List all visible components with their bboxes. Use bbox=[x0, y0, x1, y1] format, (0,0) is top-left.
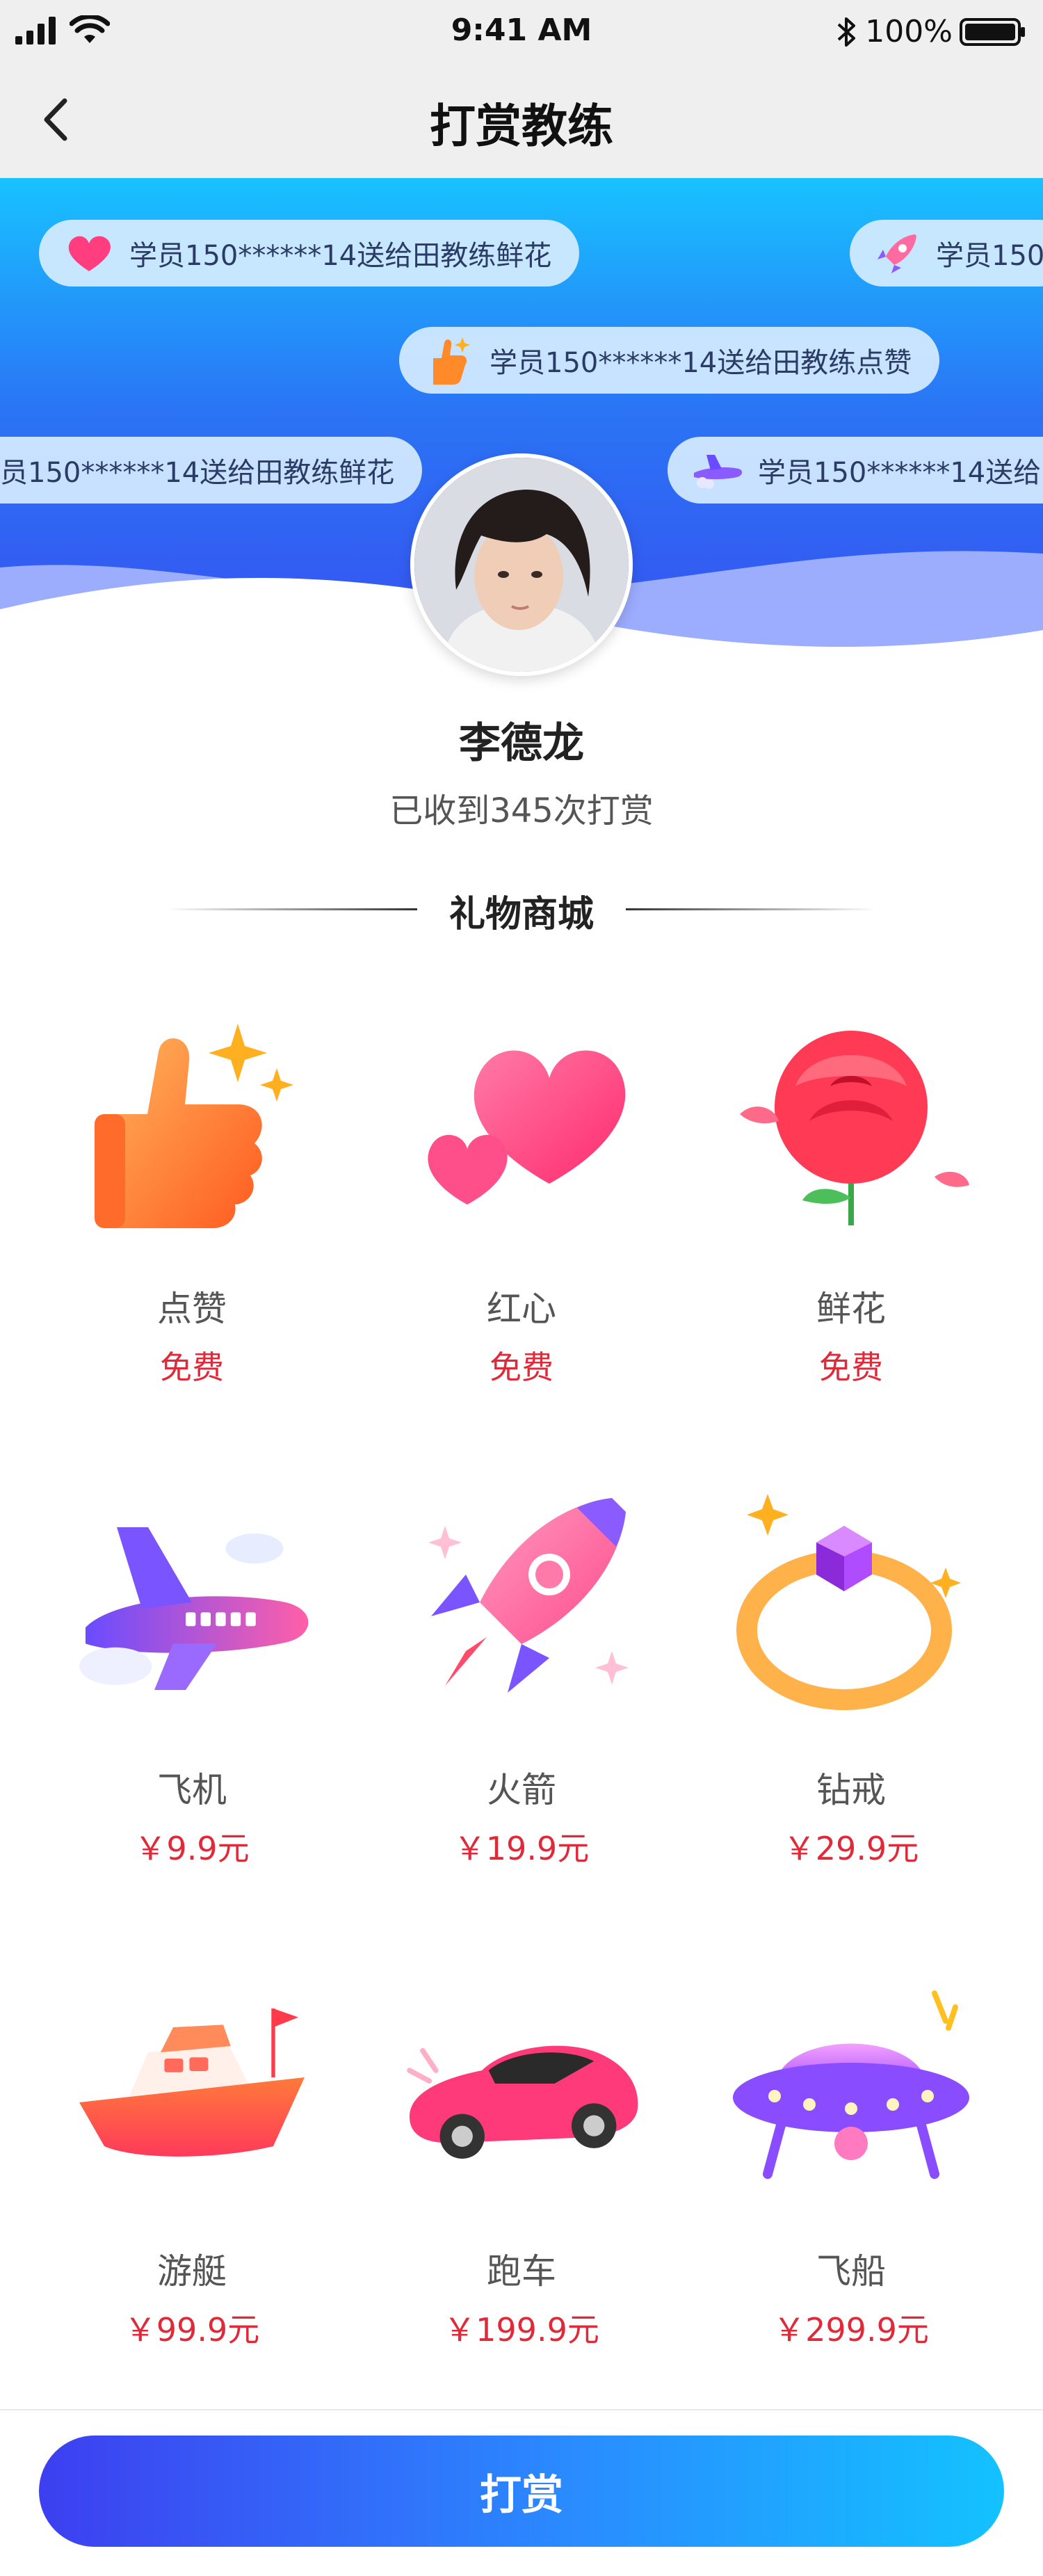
gift-item-thumbs-up[interactable]: 点赞 免费 bbox=[26, 1003, 357, 1483]
danmu-item: 员150******14送给田教练鲜花 bbox=[0, 437, 423, 504]
gift-name: 跑车 bbox=[487, 2251, 556, 2292]
gift-price: ￥9.9元 bbox=[134, 1830, 250, 1867]
airplane-icon bbox=[67, 1484, 317, 1721]
gift-name: 钻戒 bbox=[816, 1770, 886, 1810]
heart-icon bbox=[396, 1003, 647, 1239]
danmu-item: 学员150******14送给田 bbox=[668, 437, 1043, 504]
gift-price: ￥29.9元 bbox=[783, 1830, 919, 1867]
bottom-divider bbox=[0, 2409, 1043, 2410]
gift-item-sports-car[interactable]: 跑车 ￥199.9元 bbox=[356, 1965, 687, 2445]
coach-avatar bbox=[410, 453, 633, 676]
status-bar: 9:41 AM 100% bbox=[0, 0, 1043, 61]
tip-count: 已收到345次打赏 bbox=[389, 791, 654, 830]
gift-name: 飞船 bbox=[816, 2251, 886, 2292]
rocket-icon bbox=[396, 1484, 647, 1721]
gift-price: 免费 bbox=[490, 1349, 553, 1386]
yacht-icon bbox=[67, 1965, 317, 2202]
danmu-item: 学员150******14送给田教练点赞 bbox=[399, 327, 940, 394]
diamond-ring-icon bbox=[726, 1484, 976, 1721]
avatar-portrait bbox=[414, 458, 629, 672]
gift-item-rose[interactable]: 鲜花 免费 bbox=[686, 1003, 1017, 1483]
sports-car-icon bbox=[396, 1965, 647, 2202]
divider-right bbox=[626, 908, 876, 910]
bluetooth-icon bbox=[837, 17, 856, 47]
gift-item-yacht[interactable]: 游艇 ￥99.9元 bbox=[26, 1965, 357, 2445]
tip-button[interactable]: 打赏 bbox=[39, 2436, 1004, 2547]
gift-price: ￥19.9元 bbox=[453, 1830, 590, 1867]
gift-item-airplane[interactable]: 飞机 ￥9.9元 bbox=[26, 1484, 357, 1964]
danmu-item: 学员150******14送给田教练鲜花 bbox=[39, 220, 580, 287]
rocket-icon bbox=[873, 227, 922, 280]
gift-item-heart[interactable]: 红心 免费 bbox=[356, 1003, 687, 1483]
gift-name: 红心 bbox=[487, 1289, 556, 1329]
gift-item-ufo[interactable]: 飞船 ￥299.9元 bbox=[686, 1965, 1017, 2445]
rose-icon bbox=[726, 1003, 976, 1239]
coach-name: 李德龙 bbox=[459, 719, 584, 768]
gift-store-title: 礼物商城 bbox=[448, 894, 594, 935]
battery-percent: 100% bbox=[865, 14, 953, 49]
gift-name: 游艇 bbox=[157, 2251, 227, 2292]
thumbs-up-icon bbox=[67, 1003, 317, 1239]
gift-name: 点赞 bbox=[157, 1289, 227, 1329]
gift-name: 火箭 bbox=[487, 1770, 556, 1810]
heart-icon bbox=[63, 227, 115, 280]
danmu-item: 学员150 bbox=[850, 220, 1043, 287]
ufo-icon bbox=[726, 1965, 976, 2202]
page-title: 打赏教练 bbox=[430, 99, 613, 153]
gift-name: 飞机 bbox=[157, 1770, 227, 1810]
gift-price: ￥99.9元 bbox=[124, 2311, 260, 2349]
gift-price: 免费 bbox=[160, 1349, 224, 1386]
gift-item-diamond-ring[interactable]: 钻戒 ￥29.9元 bbox=[686, 1484, 1017, 1964]
gift-price: ￥199.9元 bbox=[444, 2311, 599, 2349]
gift-item-rocket[interactable]: 火箭 ￥19.9元 bbox=[356, 1484, 687, 1964]
gift-price: 免费 bbox=[819, 1349, 883, 1386]
nav-bar: 打赏教练 bbox=[0, 61, 1043, 178]
gift-name: 鲜花 bbox=[816, 1289, 886, 1329]
thumbs-up-icon bbox=[423, 334, 476, 387]
gift-price: ￥299.9元 bbox=[773, 2311, 929, 2349]
airplane-icon bbox=[691, 444, 744, 497]
status-right: 100% bbox=[834, 14, 1026, 49]
battery-icon bbox=[960, 17, 1025, 46]
